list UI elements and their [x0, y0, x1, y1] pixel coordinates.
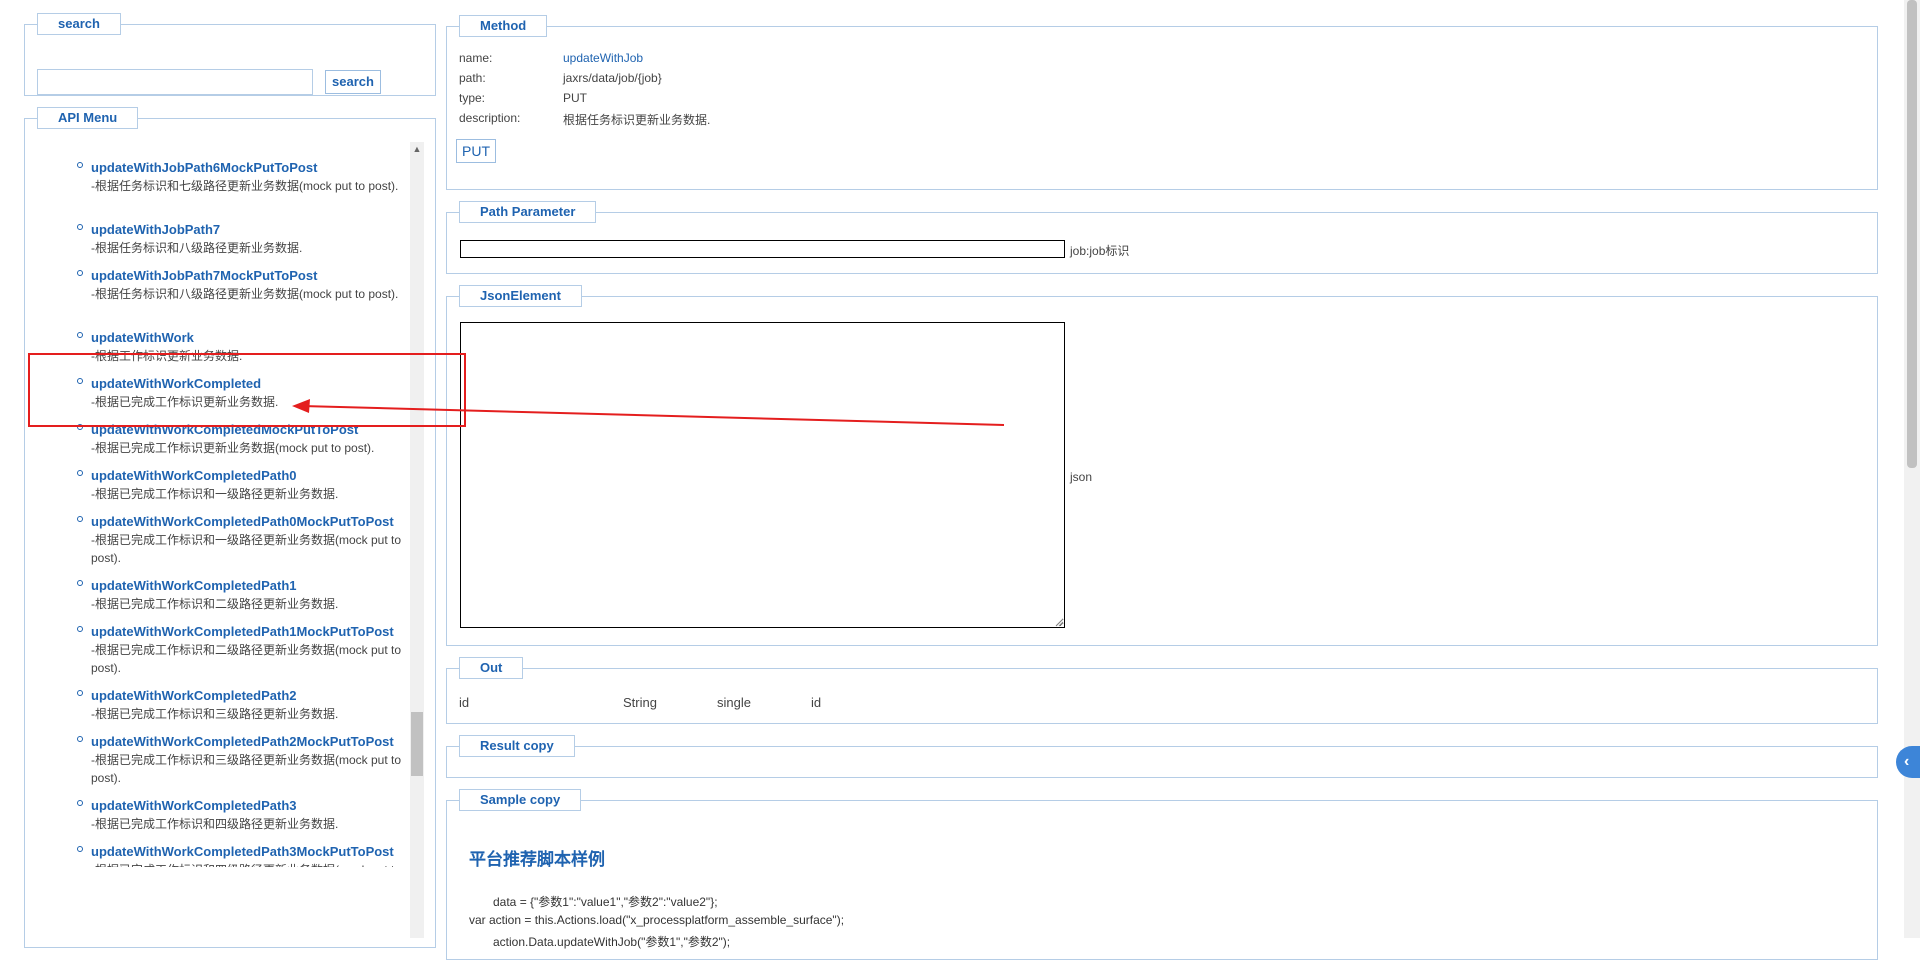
- api-menu-item-title[interactable]: updateWithWorkCompletedPath3: [91, 797, 421, 815]
- api-menu-item[interactable]: updateWithJobPath7 -根据任务标识和八级路径更新业务数据.: [77, 221, 421, 257]
- page-scrollbar-thumb[interactable]: [1907, 0, 1917, 468]
- api-menu-item-title[interactable]: updateWithJobPath7: [91, 221, 421, 239]
- sample-copy-panel: Sample copy 平台推荐脚本样例 data = {"参数1":"valu…: [446, 789, 1878, 960]
- json-element-legend: JsonElement: [459, 285, 582, 307]
- api-menu-item-title[interactable]: updateWithWorkCompletedPath2MockPutToPos…: [91, 733, 421, 751]
- sample-code-line-2: var action = this.Actions.load("x_proces…: [469, 913, 845, 927]
- bullet-icon: [77, 800, 83, 806]
- api-menu-list: updateWithJobPath6MockPutToPost -根据任务标识和七…: [25, 139, 427, 867]
- bullet-icon: [77, 626, 83, 632]
- job-input[interactable]: [460, 240, 1065, 258]
- bullet-icon: [77, 470, 83, 476]
- scroll-up-arrow-icon[interactable]: ▲: [412, 144, 422, 156]
- api-menu-item[interactable]: updateWithWorkCompletedPath1 -根据已完成工作标识和二…: [77, 577, 421, 613]
- out-cell-description: id: [811, 695, 822, 710]
- api-menu-item[interactable]: updateWithWorkCompletedPath3MockPutToPos…: [77, 843, 421, 867]
- api-menu-item-desc: -根据已完成工作标识和二级路径更新业务数据.: [91, 597, 339, 611]
- bullet-icon: [77, 332, 83, 338]
- out-panel: Out id String single id: [446, 657, 1878, 724]
- out-cell-type: String: [623, 695, 657, 710]
- put-button[interactable]: PUT: [456, 139, 496, 163]
- description-label: description:: [459, 111, 521, 125]
- api-menu-item[interactable]: updateWithWorkCompletedPath1MockPutToPos…: [77, 623, 421, 677]
- api-menu-item-title[interactable]: updateWithJobPath7MockPutToPost: [91, 267, 421, 285]
- api-menu-item-desc: -根据已完成工作标识更新业务数据(mock put to post).: [91, 441, 375, 455]
- api-menu-panel: API Menu updateWithJobPath6MockPutToPost…: [24, 107, 436, 948]
- path-parameter-legend: Path Parameter: [459, 201, 597, 223]
- method-panel: Method name: updateWithJob path: jaxrs/d…: [446, 15, 1878, 190]
- api-menu-item[interactable]: updateWithWorkCompletedPath0 -根据已完成工作标识和一…: [77, 467, 421, 503]
- api-menu-item-title[interactable]: updateWithWorkCompletedPath1MockPutToPos…: [91, 623, 421, 641]
- search-button[interactable]: search: [325, 70, 381, 94]
- sample-code-line-3: action.Data.updateWithJob("参数1","参数2");: [493, 935, 731, 949]
- bullet-icon: [77, 846, 83, 852]
- sample-heading: 平台推荐脚本样例: [469, 850, 605, 869]
- name-value: updateWithJob: [563, 51, 644, 65]
- api-menu-item-desc: -根据已完成工作标识和四级路径更新业务数据(mock put to post).: [91, 861, 421, 867]
- api-menu-item-desc: -根据任务标识和七级路径更新业务数据(mock put to post).: [91, 179, 399, 193]
- json-field-label: json: [1070, 470, 1093, 484]
- job-field-label: job:job标识: [1070, 244, 1130, 258]
- side-tab-button[interactable]: ‹: [1896, 746, 1920, 778]
- method-legend: Method: [459, 15, 548, 37]
- bullet-icon: [77, 270, 83, 276]
- api-menu-item-title[interactable]: updateWithWorkCompletedPath0MockPutToPos…: [91, 513, 421, 531]
- api-menu-item[interactable]: updateWithWorkCompletedPath3 -根据已完成工作标识和四…: [77, 797, 421, 833]
- api-menu-item-desc: -根据已完成工作标识和一级路径更新业务数据(mock put to post).: [91, 533, 402, 565]
- api-menu-item-desc: -根据任务标识和八级路径更新业务数据(mock put to post).: [91, 287, 399, 301]
- search-legend: search: [37, 13, 121, 35]
- type-label: type:: [459, 91, 486, 105]
- api-menu-item[interactable]: updateWithJobPath7MockPutToPost -根据任务标识和八…: [77, 267, 421, 303]
- bullet-icon: [77, 516, 83, 522]
- api-menu-item[interactable]: updateWithWorkCompletedPath0MockPutToPos…: [77, 513, 421, 567]
- path-label: path:: [459, 71, 486, 85]
- api-menu-item[interactable]: updateWithWorkCompletedPath2 -根据已完成工作标识和三…: [77, 687, 421, 723]
- sample-code-line-1: data = {"参数1":"value1","参数2":"value2"};: [493, 895, 718, 909]
- out-cell-name: id: [459, 695, 470, 710]
- description-value: 根据任务标识更新业务数据.: [563, 113, 711, 127]
- menu-scrollbar[interactable]: [410, 142, 424, 938]
- api-menu-item-desc: -根据已完成工作标识和三级路径更新业务数据.: [91, 707, 339, 721]
- api-menu-item-title[interactable]: updateWithWorkCompletedPath3MockPutToPos…: [91, 843, 421, 861]
- bullet-icon: [77, 224, 83, 230]
- api-menu-item-desc: -根据已完成工作标识和二级路径更新业务数据(mock put to post).: [91, 643, 402, 675]
- name-label: name:: [459, 51, 493, 65]
- api-menu-item[interactable]: updateWithWorkCompletedPath2MockPutToPos…: [77, 733, 421, 787]
- api-menu-item-title[interactable]: updateWithWork: [91, 329, 421, 347]
- result-copy-panel: Result copy: [446, 735, 1878, 778]
- api-menu-item-title[interactable]: updateWithWorkCompletedPath1: [91, 577, 421, 595]
- search-input[interactable]: [37, 69, 313, 95]
- out-cell-mode: single: [717, 695, 751, 710]
- result-copy-legend[interactable]: Result copy: [459, 735, 575, 757]
- type-value: PUT: [563, 91, 587, 105]
- api-menu-legend: API Menu: [37, 107, 139, 129]
- chevron-left-icon: ‹: [1904, 753, 1910, 770]
- bullet-icon: [77, 162, 83, 168]
- menu-scrollbar-thumb[interactable]: [411, 712, 423, 776]
- api-menu-item-title[interactable]: updateWithWorkCompletedPath2: [91, 687, 421, 705]
- bullet-icon: [77, 690, 83, 696]
- api-menu-item-title[interactable]: updateWithWorkCompletedPath0: [91, 467, 421, 485]
- api-menu-item-desc: -根据已完成工作标识和四级路径更新业务数据.: [91, 817, 339, 831]
- api-menu-item-desc: -根据已完成工作标识和三级路径更新业务数据(mock put to post).: [91, 753, 402, 785]
- out-legend: Out: [459, 657, 524, 679]
- search-panel: search search: [24, 13, 436, 96]
- api-menu-item-title[interactable]: updateWithJobPath6MockPutToPost: [91, 159, 421, 177]
- json-textarea[interactable]: [460, 322, 1065, 628]
- api-menu-item-desc: -根据任务标识和八级路径更新业务数据.: [91, 241, 303, 255]
- annotation-highlight-box: [28, 353, 466, 427]
- bullet-icon: [77, 580, 83, 586]
- resize-grip-icon[interactable]: [1055, 618, 1064, 627]
- api-menu-item[interactable]: updateWithJobPath6MockPutToPost -根据任务标识和七…: [77, 159, 421, 195]
- path-value: jaxrs/data/job/{job}: [563, 71, 662, 85]
- sample-copy-legend[interactable]: Sample copy: [459, 789, 582, 811]
- api-menu-item-desc: -根据已完成工作标识和一级路径更新业务数据.: [91, 487, 339, 501]
- bullet-icon: [77, 736, 83, 742]
